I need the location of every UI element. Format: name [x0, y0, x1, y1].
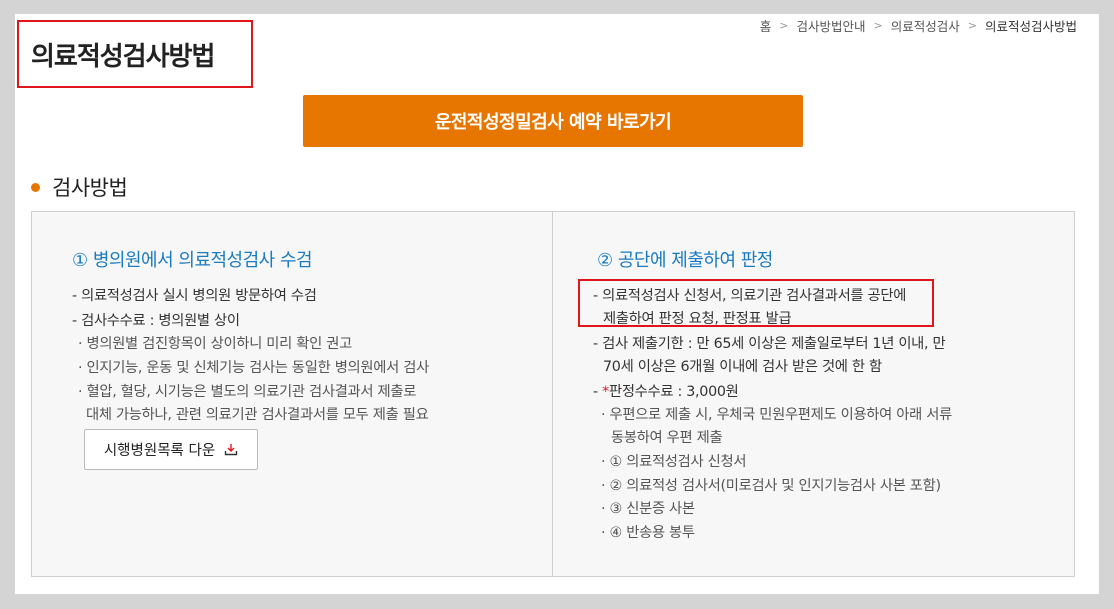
breadcrumb-home[interactable]: 홈 — [760, 16, 772, 35]
chevron-right-icon: > — [967, 19, 977, 32]
list-item: · ② 의료적성 검사서(미로검사 및 인지기능검사 사본 포함) — [601, 478, 941, 494]
list-item: · 병의원별 검진항목이 상이하니 미리 확인 권고 — [78, 336, 352, 352]
page-title: 의료적성검사방법 — [31, 42, 215, 72]
list-item: · ④ 반송용 봉투 — [601, 525, 695, 541]
required-mark: * — [602, 384, 609, 400]
page-content: 홈 > 검사방법안내 > 의료적성검사 > 의료적성검사방법 의료적성검사방법 … — [15, 14, 1099, 594]
download-button-label: 시행병원목록 다운 — [103, 443, 216, 459]
list-item: - 의료적성검사 실시 병의원 방문하여 수검 — [72, 288, 317, 304]
list-item: 제출하여 판정 요청, 판정표 발급 — [603, 311, 792, 327]
reserve-button[interactable]: 운전적성정밀검사 예약 바로가기 — [303, 95, 803, 147]
list-item: 동봉하여 우편 제출 — [611, 430, 723, 446]
breadcrumb-item-medical-test[interactable]: 의료적성검사 — [891, 16, 960, 35]
method-column-hospital: ① 병의원에서 의료적성검사 수검 - 의료적성검사 실시 병의원 방문하여 수… — [32, 212, 553, 576]
breadcrumb-item-test-guide[interactable]: 검사방법안내 — [797, 16, 866, 35]
list-item: · ③ 신분증 사본 — [601, 501, 695, 517]
list-item: · 혈압, 혈당, 시기능은 별도의 의료기관 검사결과서 제출로 — [78, 384, 417, 400]
list-item: 70세 이상은 6개월 이내에 검사 받은 것에 한 함 — [603, 359, 882, 375]
list-item: - 의료적성검사 신청서, 의료기관 검사결과서를 공단에 — [593, 288, 907, 304]
section-title: 검사방법 — [52, 176, 128, 200]
list-item: · ① 의료적성검사 신청서 — [601, 454, 747, 470]
method-column-submit: ② 공단에 제출하여 판정 - 의료적성검사 신청서, 의료기관 검사결과서를 … — [553, 212, 1074, 576]
chevron-right-icon: > — [779, 19, 789, 32]
download-icon — [224, 444, 238, 456]
chevron-right-icon: > — [873, 19, 883, 32]
list-item: - 검사 제출기한 : 만 65세 이상은 제출일로부터 1년 이내, 만 — [593, 336, 946, 352]
breadcrumb: 홈 > 검사방법안내 > 의료적성검사 > 의료적성검사방법 — [760, 16, 1077, 35]
column-title: ② 공단에 제출하여 판정 — [597, 250, 773, 271]
section-heading: 검사방법 — [31, 172, 128, 202]
breadcrumb-item-current: 의료적성검사방법 — [984, 19, 1077, 34]
list-item: · 우편으로 제출 시, 우체국 민원우편제도 이용하여 아래 서류 — [601, 407, 952, 423]
list-item: - 검사수수료 : 병의원별 상이 — [72, 313, 240, 329]
bullet-dot-icon — [31, 182, 40, 192]
hospital-list-download-button[interactable]: 시행병원목록 다운 — [84, 429, 258, 470]
fee-prefix: - — [593, 384, 603, 400]
column-title: ① 병의원에서 의료적성검사 수검 — [72, 250, 313, 271]
list-item: 대체 가능하나, 관련 의료기관 검사결과서를 모두 제출 필요 — [86, 407, 429, 423]
fee-line: - *판정수수료 : 3,000원 — [593, 380, 739, 401]
list-item: · 인지기능, 운동 및 신체기능 검사는 동일한 병의원에서 검사 — [78, 360, 429, 376]
method-box: ① 병의원에서 의료적성검사 수검 - 의료적성검사 실시 병의원 방문하여 수… — [31, 211, 1075, 577]
fee-text: 판정수수료 : 3,000원 — [608, 384, 739, 400]
